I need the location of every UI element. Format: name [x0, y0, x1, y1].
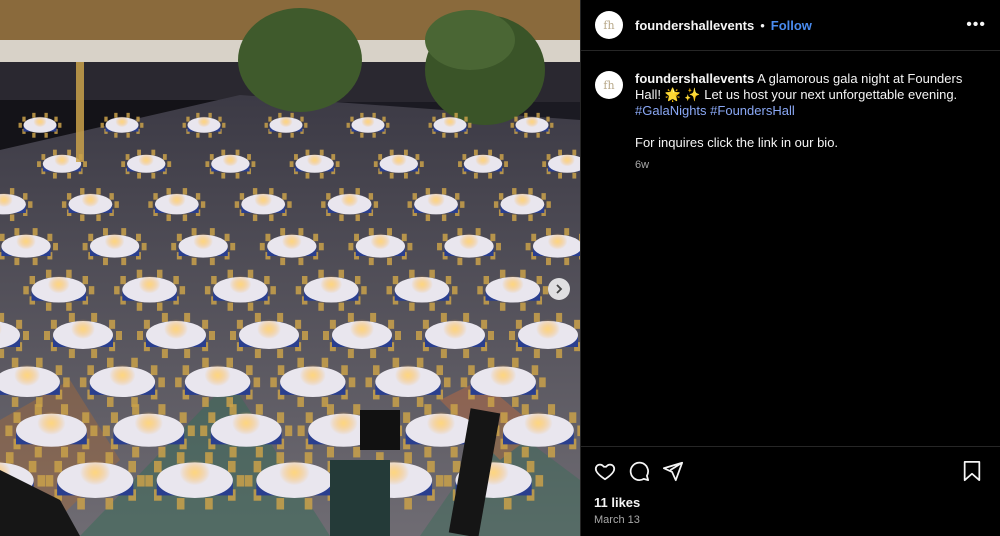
actions-bar: 11 likes March 13 [581, 446, 1000, 526]
comment-button[interactable] [627, 459, 651, 483]
hashtag-link[interactable]: #GalaNights [635, 103, 707, 118]
post-date: March 13 [594, 514, 640, 526]
more-options-button[interactable]: ••• [966, 16, 986, 34]
post-age: 6w [635, 159, 650, 171]
caption-inquiry-text: For inquires click the link in our bio. [635, 135, 839, 150]
caption-avatar[interactable]: fh [595, 71, 623, 99]
post-details-panel: fh foundershallevents • Follow ••• fh fo… [580, 0, 1000, 536]
bookmark-icon [963, 460, 981, 482]
like-button[interactable] [593, 459, 617, 483]
next-photo-button[interactable] [548, 278, 570, 300]
caption-username[interactable]: foundershallevents [635, 71, 754, 86]
post-header: fh foundershallevents • Follow ••• [581, 0, 1000, 51]
action-icons [581, 447, 1000, 483]
separator-dot: • [760, 17, 765, 33]
heart-icon [594, 463, 616, 481]
comment-icon [629, 461, 650, 482]
hashtag-link[interactable]: #FoundersHall [710, 103, 795, 118]
likes-count[interactable]: 11 likes [581, 483, 1000, 510]
post-photo[interactable] [0, 0, 580, 536]
banquet-hall-image [0, 0, 580, 536]
share-button[interactable] [661, 459, 685, 483]
avatar[interactable]: fh [595, 11, 623, 39]
caption-text-block: foundershallevents A glamorous gala nigh… [635, 71, 985, 119]
chevron-right-icon [556, 284, 563, 294]
caption: fh foundershallevents A glamorous gala n… [581, 51, 1000, 173]
account-username[interactable]: foundershallevents [635, 18, 754, 33]
share-icon [662, 461, 684, 482]
follow-button[interactable]: Follow [771, 18, 812, 33]
save-button[interactable] [960, 459, 984, 483]
caption-body: foundershallevents A glamorous gala nigh… [635, 71, 985, 173]
